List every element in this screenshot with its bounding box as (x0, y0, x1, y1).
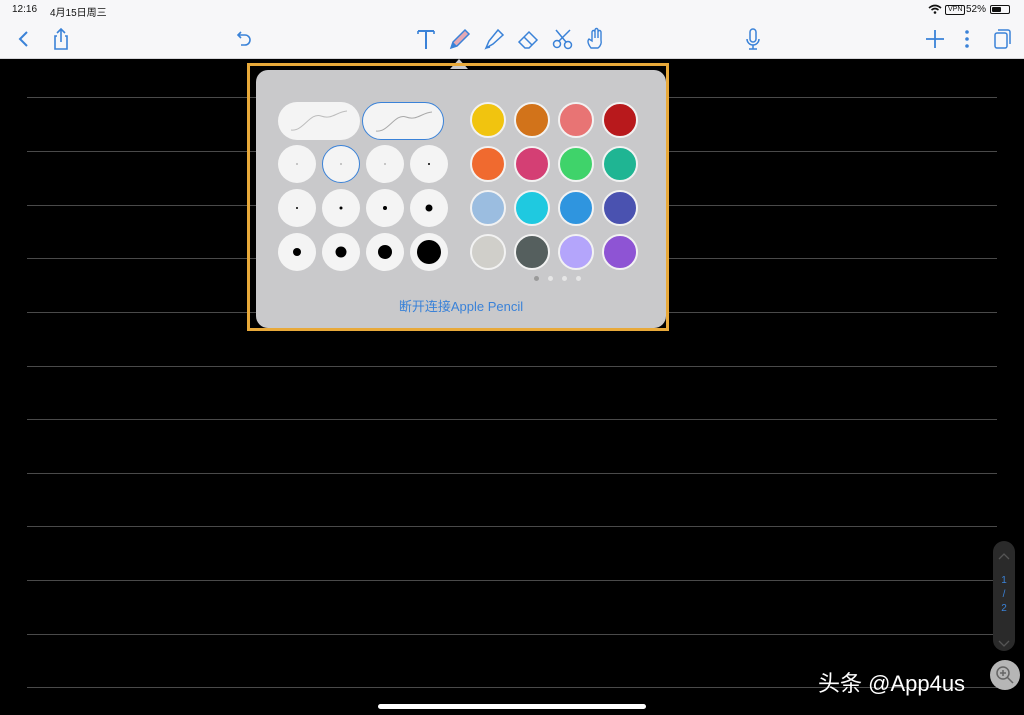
page-total: 2 (1001, 603, 1007, 614)
wifi-icon (928, 4, 942, 14)
ruled-line (27, 473, 997, 474)
ruled-line (27, 634, 997, 635)
share-icon[interactable] (48, 26, 74, 52)
lasso-scissors-icon[interactable] (550, 26, 576, 52)
vpn-badge: VPN (945, 5, 966, 15)
battery-icon (990, 5, 1010, 14)
microphone-icon[interactable] (740, 26, 766, 52)
ruled-line (27, 366, 997, 367)
pages-icon[interactable] (988, 26, 1014, 52)
text-tool-icon[interactable] (413, 26, 439, 52)
status-date: 4月15日周三 (50, 8, 107, 19)
battery-percent: 52% (966, 4, 987, 15)
page-scroller[interactable]: 1 / 2 (993, 541, 1015, 651)
ruled-line (27, 419, 997, 420)
highlight-frame (247, 63, 669, 331)
watermark-text: 头条 @App4us (818, 671, 966, 696)
scroll-down-icon[interactable] (998, 635, 1010, 647)
page-separator: / (1002, 589, 1006, 600)
ruled-line (27, 526, 997, 527)
add-icon[interactable] (922, 26, 948, 52)
more-icon[interactable] (954, 26, 980, 52)
home-indicator[interactable] (378, 704, 646, 709)
zoom-icon[interactable] (990, 660, 1020, 690)
eraser-tool-icon[interactable] (515, 26, 541, 52)
page-current: 1 (1001, 575, 1007, 586)
ruled-line (27, 580, 997, 581)
toolbar (0, 20, 1024, 59)
status-time: 12:16 (12, 4, 38, 15)
hand-tool-icon[interactable] (583, 26, 609, 52)
pen-tool-icon[interactable] (447, 26, 473, 52)
status-bar: 12:16 4月15日周三 VPN 52% (0, 0, 1024, 20)
scroll-up-icon[interactable] (998, 547, 1010, 560)
highlighter-tool-icon[interactable] (481, 26, 507, 52)
undo-icon[interactable] (230, 26, 256, 52)
back-chevron-icon[interactable] (12, 26, 38, 52)
